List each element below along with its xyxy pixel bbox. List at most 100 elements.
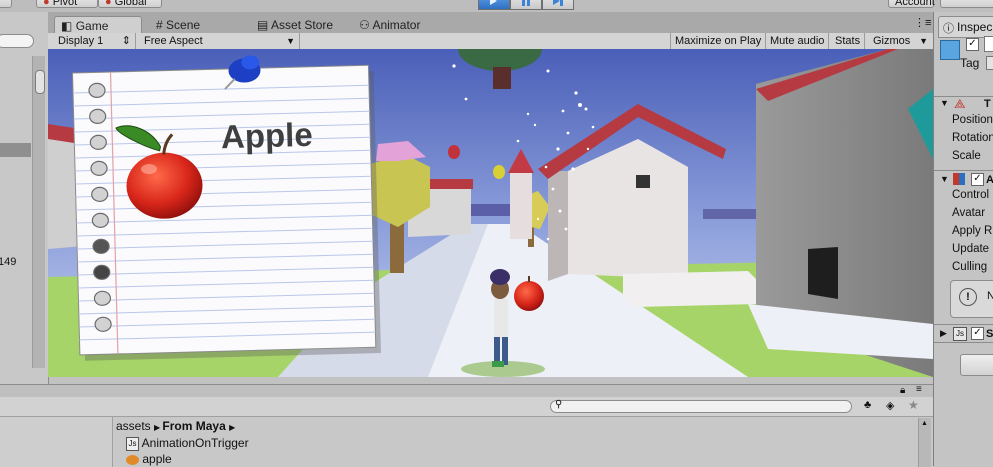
project-folder-tree (0, 417, 113, 467)
hierarchy-scroll-thumb[interactable] (35, 70, 45, 94)
game-view[interactable]: Apple (48, 49, 933, 377)
favorite-star-icon[interactable]: ★ (908, 398, 919, 412)
gizmos-dropdown[interactable]: Gizmos ▼ (869, 33, 933, 49)
name-field[interactable] (984, 36, 993, 52)
scale-label: Scale (952, 150, 981, 162)
culling-mode-label: Culling (952, 261, 988, 273)
tab-animator[interactable]: ⚇ Animator (359, 16, 420, 34)
divider (934, 170, 993, 171)
account-label: Account (895, 0, 935, 8)
chevron-down-icon: ▼ (919, 36, 928, 46)
breadcrumb-from-maya[interactable]: From Maya (162, 419, 225, 433)
list-item[interactable]: apple (126, 452, 172, 466)
project-search-input[interactable]: ⚲ (550, 399, 852, 413)
hierarchy-scrollbar[interactable] (32, 56, 45, 368)
maximize-on-play-toggle[interactable]: Maximize on Play (670, 33, 767, 49)
js-icon: Js (126, 436, 139, 451)
add-component-button[interactable] (960, 354, 993, 376)
pivot-button[interactable]: ● Pivot (36, 0, 98, 8)
play-icon (490, 0, 497, 5)
pivot-label: Pivot (52, 0, 78, 8)
mute-audio-toggle[interactable]: Mute audio (766, 33, 830, 49)
helpbox-text: N (987, 290, 993, 302)
tab-scene[interactable]: # Scene (156, 16, 200, 34)
foldout-arrow-icon[interactable]: ▶ (940, 328, 947, 339)
pivot-icon: ● (43, 0, 50, 8)
game-scene (48, 49, 933, 377)
account-button[interactable]: Account (888, 0, 935, 8)
transform-header: T (984, 98, 991, 110)
animator-header: A (986, 174, 993, 186)
breadcrumb: assets ▶ From Maya ▶ (116, 419, 235, 433)
tab-game[interactable]: ◧ Game (54, 16, 142, 34)
foldout-arrow-icon[interactable]: ▼ (940, 98, 949, 108)
rect-tool-button[interactable] (0, 0, 12, 8)
play-button[interactable] (478, 0, 510, 10)
pause-button[interactable] (510, 0, 542, 10)
selected-hierarchy-row[interactable] (0, 143, 31, 157)
pause-icon (522, 0, 530, 6)
dropdown-arrow-icon: ⇕ (121, 35, 131, 47)
script-enabled-checkbox[interactable]: ✓ (971, 327, 984, 340)
scroll-up-icon[interactable]: ▲ (921, 420, 928, 427)
lock-icon[interactable]: 🔒︎ (900, 385, 905, 396)
tag-label: Tag (960, 56, 980, 70)
breadcrumb-separator-icon: ▶ (229, 423, 236, 432)
gizmos-label: Gizmos (873, 35, 911, 47)
inspector-panel: ⓘ Inspec ✓ Tag ▼ ⟁ T Position Rotation S… (933, 12, 993, 466)
js-icon: Js (953, 327, 967, 341)
hierarchy-panel: 149 ole (0, 12, 49, 398)
project-toolbar: ⚲ ♣ ◈ ★ (0, 397, 933, 417)
apply-root-motion-label: Apply R (952, 225, 993, 237)
avatar-label: Avatar (952, 207, 986, 219)
grid-icon: # (156, 18, 163, 32)
tab-inspector-label: Inspec (957, 20, 993, 34)
divider (934, 324, 993, 325)
step-button[interactable] (542, 0, 574, 10)
animator-icon: ⚇ (359, 18, 370, 32)
game-view-toolbar: Display 1 ⇕ Free Aspect ▼ Maximize on Pl… (48, 33, 933, 50)
foldout-arrow-icon[interactable]: ▼ (940, 174, 949, 184)
filter-type-icon[interactable]: ♣ (864, 399, 871, 411)
project-header: 🔒︎ ≡ (0, 384, 933, 397)
project-panel: 🔒︎ ≡ ⚲ ♣ ◈ ★ assets ▶ From Maya ▶ Js Ani… (0, 384, 933, 467)
transform-icon: ⟁ (954, 96, 966, 111)
prefab-icon (126, 454, 139, 465)
layout-dropdown[interactable] (940, 0, 993, 8)
chevron-down-icon: ▼ (286, 36, 295, 46)
project-scrollbar[interactable]: ▲ (918, 418, 931, 467)
tab-inspector[interactable]: ⓘ Inspec (938, 16, 993, 38)
view-tabs: ◧ Game # Scene ▤ Asset Store ⚇ Animator … (48, 12, 933, 34)
aspect-dropdown[interactable]: Free Aspect ▼ (140, 33, 300, 49)
panel-options-icon[interactable]: ⋮≡ (914, 16, 931, 29)
tag-dropdown[interactable] (986, 56, 993, 70)
info-helpbox: ! N (950, 280, 993, 318)
list-item-label: apple (142, 452, 172, 466)
panel-menu-icon[interactable]: ≡ (916, 384, 922, 395)
flashcard-word: Apple (220, 115, 314, 156)
list-item[interactable]: Js AnimationOnTrigger (126, 436, 249, 451)
breadcrumb-assets[interactable]: assets (116, 419, 151, 433)
display-label: Display 1 (58, 35, 104, 47)
animator-enabled-checkbox[interactable]: ✓ (971, 173, 984, 186)
controller-label: Control (952, 189, 990, 201)
tab-scene-label: Scene (166, 18, 201, 32)
store-icon: ▤ (257, 18, 269, 32)
gameobject-cube-icon (940, 40, 960, 60)
step-icon (553, 0, 563, 6)
position-label: Position (952, 114, 993, 126)
hierarchy-row-value: 149 (0, 256, 17, 268)
display-dropdown[interactable]: Display 1 ⇕ (54, 33, 136, 49)
global-button[interactable]: ● Global (98, 0, 162, 8)
info-icon: ⓘ (943, 23, 954, 35)
tab-asset-store[interactable]: ▤ Asset Store (257, 16, 333, 34)
list-item-label: AnimationOnTrigger (141, 436, 249, 450)
tab-animator-label: Animator (372, 18, 421, 32)
divider (934, 342, 993, 343)
stats-toggle[interactable]: Stats (831, 33, 866, 49)
hierarchy-search-input[interactable] (0, 34, 34, 48)
filter-label-icon[interactable]: ◈ (886, 399, 894, 412)
script-header: S (986, 328, 993, 340)
active-checkbox[interactable]: ✓ (966, 38, 979, 51)
update-mode-label: Update (952, 243, 990, 255)
